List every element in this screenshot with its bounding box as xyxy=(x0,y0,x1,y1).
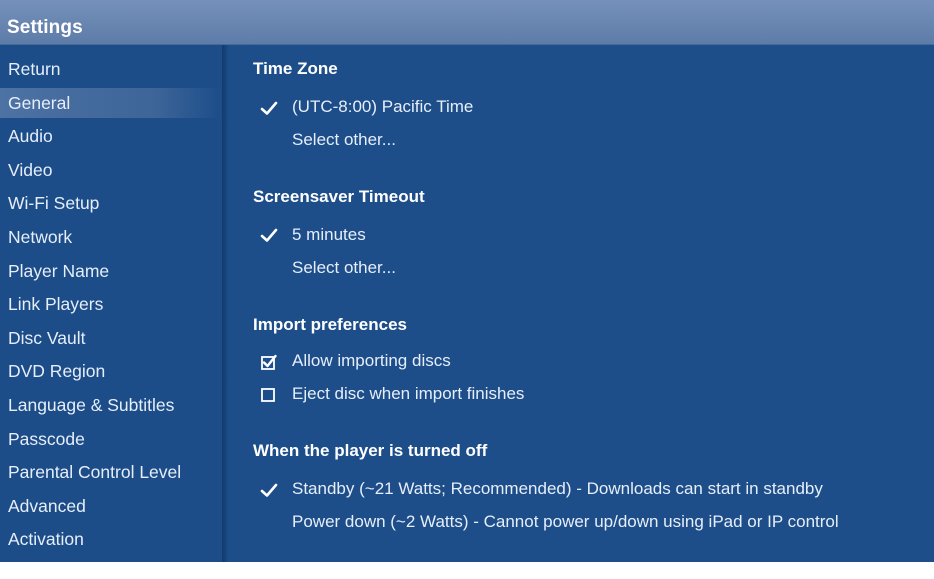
sidebar-item-general[interactable]: General xyxy=(0,87,222,118)
title-bar: Settings xyxy=(0,0,934,45)
time-zone-select-other[interactable]: Select other... xyxy=(292,130,396,150)
power-down-option[interactable]: Power down (~2 Watts) - Cannot power up/… xyxy=(292,512,839,532)
screensaver-current-option[interactable]: 5 minutes xyxy=(292,225,366,245)
general-settings-panel: Time Zone (UTC-8:00) Pacific Time Select… xyxy=(228,45,934,562)
sidebar-item-activation[interactable]: Activation xyxy=(0,524,222,554)
power-off-heading: When the player is turned off xyxy=(253,441,488,460)
screensaver-select-other[interactable]: Select other... xyxy=(292,258,396,278)
check-icon xyxy=(260,98,278,118)
checkbox-unchecked-icon[interactable] xyxy=(260,384,278,404)
checkbox-checked-icon[interactable] xyxy=(260,352,278,372)
check-icon xyxy=(260,225,278,245)
import-preferences-heading: Import preferences xyxy=(253,315,407,334)
window-title: Settings xyxy=(7,17,83,38)
sidebar-item-return[interactable]: Return xyxy=(0,54,222,84)
sidebar-item-wifi-setup[interactable]: Wi-Fi Setup xyxy=(0,188,222,218)
allow-importing-discs-label[interactable]: Allow importing discs xyxy=(292,351,451,371)
screensaver-timeout-heading: Screensaver Timeout xyxy=(253,187,425,206)
sidebar-item-network[interactable]: Network xyxy=(0,222,222,252)
sidebar-item-dvd-region[interactable]: DVD Region xyxy=(0,356,222,386)
sidebar-item-disc-vault[interactable]: Disc Vault xyxy=(0,323,222,353)
sidebar: Return General Audio Video Wi-Fi Setup Networ… xyxy=(0,45,222,562)
check-icon xyxy=(260,480,278,500)
standby-option[interactable]: Standby (~21 Watts; Recommended) - Downl… xyxy=(292,479,823,499)
sidebar-item-language-subtitles[interactable]: Language & Subtitles xyxy=(0,390,222,420)
sidebar-item-player-name[interactable]: Player Name xyxy=(0,256,222,286)
sidebar-item-passcode[interactable]: Passcode xyxy=(0,424,222,454)
sidebar-item-parental-control-level[interactable]: Parental Control Level xyxy=(0,457,222,487)
eject-disc-label[interactable]: Eject disc when import finishes xyxy=(292,384,524,404)
time-zone-current-option[interactable]: (UTC-8:00) Pacific Time xyxy=(292,97,473,117)
settings-window: Settings Return General Audio Video Wi-Fi Se… xyxy=(0,0,934,562)
sidebar-item-link-players[interactable]: Link Players xyxy=(0,289,222,319)
sidebar-item-video[interactable]: Video xyxy=(0,155,222,185)
time-zone-heading: Time Zone xyxy=(253,59,338,78)
sidebar-item-audio[interactable]: Audio xyxy=(0,121,222,151)
sidebar-item-advanced[interactable]: Advanced xyxy=(0,491,222,521)
